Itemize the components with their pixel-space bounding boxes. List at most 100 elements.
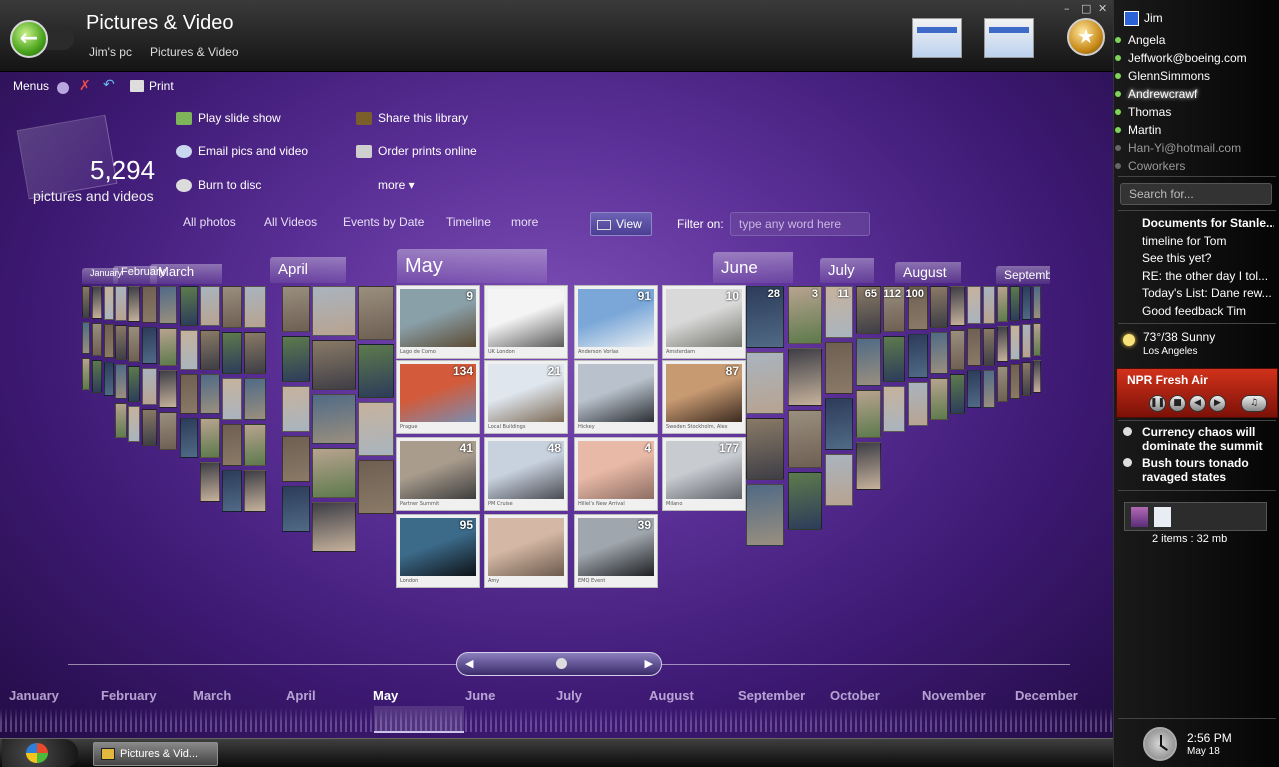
photo-thumbnail[interactable] (222, 286, 242, 328)
photo-thumbnail[interactable] (282, 336, 310, 382)
photo-tile[interactable]: PM Cruise 48 (484, 437, 568, 511)
photo-thumbnail[interactable] (142, 409, 157, 446)
photo-thumbnail[interactable] (950, 374, 965, 414)
photo-thumbnail[interactable] (930, 286, 948, 328)
timeline-month-may[interactable]: May (373, 688, 398, 703)
photo-thumbnail[interactable] (1010, 286, 1020, 321)
contact-item[interactable]: Han-Yi@hotmail.com (1115, 141, 1241, 155)
timeline-month-april[interactable]: April (286, 688, 316, 703)
inbox-item[interactable]: Documents for Stanle... (1142, 216, 1274, 230)
photo-thumbnail[interactable] (200, 418, 220, 458)
minimize-icon[interactable]: – (1064, 2, 1070, 15)
photo-thumbnail[interactable] (856, 442, 881, 490)
photo-thumbnail[interactable] (115, 286, 127, 321)
photo-tile[interactable]: UK London (484, 285, 568, 359)
photo-thumbnail[interactable] (358, 344, 394, 398)
menus-button[interactable]: Menus (13, 79, 49, 93)
play-slideshow-link[interactable]: Play slide show (176, 111, 281, 126)
photo-thumbnail[interactable]: 100 (906, 286, 928, 330)
photo-thumbnail[interactable] (1010, 364, 1020, 399)
contact-item[interactable]: Andrewcrawf (1115, 87, 1197, 101)
taskbar-pictures-video[interactable]: Pictures & Vid... (93, 742, 218, 766)
photo-thumbnail[interactable] (1033, 286, 1041, 319)
timeline-month-september[interactable]: September (738, 688, 805, 703)
contact-item[interactable]: Martin (1115, 123, 1161, 137)
scroll-left-icon[interactable]: ◀ (465, 657, 473, 670)
month-header-july[interactable]: July (820, 258, 874, 283)
photo-thumbnail[interactable] (222, 470, 242, 512)
photo-thumbnail[interactable] (997, 286, 1008, 322)
photo-thumbnail[interactable] (282, 286, 310, 332)
photo-thumbnail[interactable] (159, 286, 177, 324)
photo-thumbnail[interactable] (200, 462, 220, 502)
email-link[interactable]: Email pics and video (176, 144, 308, 159)
timeline-month-october[interactable]: October (830, 688, 880, 703)
photo-thumbnail[interactable] (115, 364, 127, 399)
timeline-month-january[interactable]: January (9, 688, 59, 703)
timeline-month-march[interactable]: March (193, 688, 231, 703)
maximize-icon[interactable]: □ (1081, 2, 1091, 15)
stop-icon[interactable]: ■ (1169, 395, 1186, 412)
photo-thumbnail[interactable] (200, 286, 220, 326)
photo-thumbnail[interactable] (104, 286, 114, 320)
photo-thumbnail[interactable] (825, 398, 853, 450)
photo-thumbnail[interactable] (142, 286, 157, 323)
photo-thumbnail[interactable] (244, 286, 266, 328)
photo-thumbnail[interactable] (222, 424, 242, 466)
photo-thumbnail[interactable]: 3 (788, 286, 822, 344)
back-arrow-icon[interactable]: ← (10, 20, 48, 58)
photo-thumbnail[interactable] (930, 378, 948, 420)
photo-thumbnail[interactable] (312, 502, 356, 552)
inbox-item[interactable]: See this yet? (1142, 251, 1274, 265)
volume-icon[interactable]: ♫ (1241, 395, 1267, 412)
photo-thumbnail[interactable] (1033, 360, 1041, 393)
filter-timeline[interactable]: Timeline (446, 215, 491, 229)
photo-tile[interactable]: Amsterdam 10 (662, 285, 746, 359)
shared-files-box[interactable] (1124, 502, 1267, 531)
photo-thumbnail[interactable]: 28 (746, 286, 784, 348)
photo-thumbnail[interactable] (746, 484, 784, 546)
start-button[interactable] (2, 739, 78, 767)
print-button[interactable]: Print (149, 79, 174, 93)
photo-thumbnail[interactable] (180, 418, 198, 458)
photo-thumbnail[interactable] (222, 332, 242, 374)
photo-tile[interactable]: Local Buildings 21 (484, 360, 568, 434)
inbox-item[interactable]: RE: the other day I tol... (1142, 269, 1274, 283)
photo-thumbnail[interactable] (159, 328, 177, 366)
app-thumbnail-browser[interactable] (912, 18, 962, 58)
photo-thumbnail[interactable] (788, 348, 822, 406)
photo-thumbnail[interactable] (159, 412, 177, 450)
pause-icon[interactable]: ❚❚ (1149, 395, 1166, 412)
filter-all-videos[interactable]: All Videos (264, 215, 317, 229)
contact-item[interactable]: Jeffwork@boeing.com (1115, 51, 1247, 65)
photo-thumbnail[interactable] (908, 334, 928, 378)
news-item[interactable]: Currency chaos will dominate the summit (1123, 425, 1278, 453)
photo-thumbnail[interactable] (967, 328, 981, 366)
news-item[interactable]: Bush tours tonado ravaged states (1123, 456, 1278, 484)
photo-thumbnail[interactable] (282, 386, 310, 432)
photo-thumbnail[interactable] (312, 394, 356, 444)
photo-thumbnail[interactable] (788, 410, 822, 468)
photo-tile[interactable]: Lago de Como 9 (396, 285, 480, 359)
photo-tile[interactable]: Partner Summit 41 (396, 437, 480, 511)
previous-icon[interactable]: ◀ (1189, 395, 1206, 412)
photo-thumbnail[interactable] (930, 332, 948, 374)
photo-thumbnail[interactable]: 65 (856, 286, 881, 334)
app-thumbnail-document[interactable] (984, 18, 1034, 58)
photo-thumbnail[interactable] (180, 286, 198, 326)
photo-thumbnail[interactable] (180, 330, 198, 370)
contact-item[interactable]: Thomas (1115, 105, 1171, 119)
photo-thumbnail[interactable] (746, 418, 784, 480)
photo-thumbnail[interactable] (997, 326, 1008, 362)
user-name[interactable]: Jim (1144, 11, 1163, 25)
photo-tile[interactable]: Hickey (574, 360, 658, 434)
more-tasks-link[interactable]: more ▾ (378, 178, 415, 192)
photo-thumbnail[interactable] (222, 378, 242, 420)
favorites-star-icon[interactable]: ★ (1067, 18, 1105, 56)
timeline-month-july[interactable]: July (556, 688, 582, 703)
photo-thumbnail[interactable] (282, 486, 310, 532)
photo-thumbnail[interactable] (142, 368, 157, 405)
photo-thumbnail[interactable] (244, 470, 266, 512)
photo-thumbnail[interactable] (312, 286, 356, 336)
photo-thumbnail[interactable] (244, 378, 266, 420)
